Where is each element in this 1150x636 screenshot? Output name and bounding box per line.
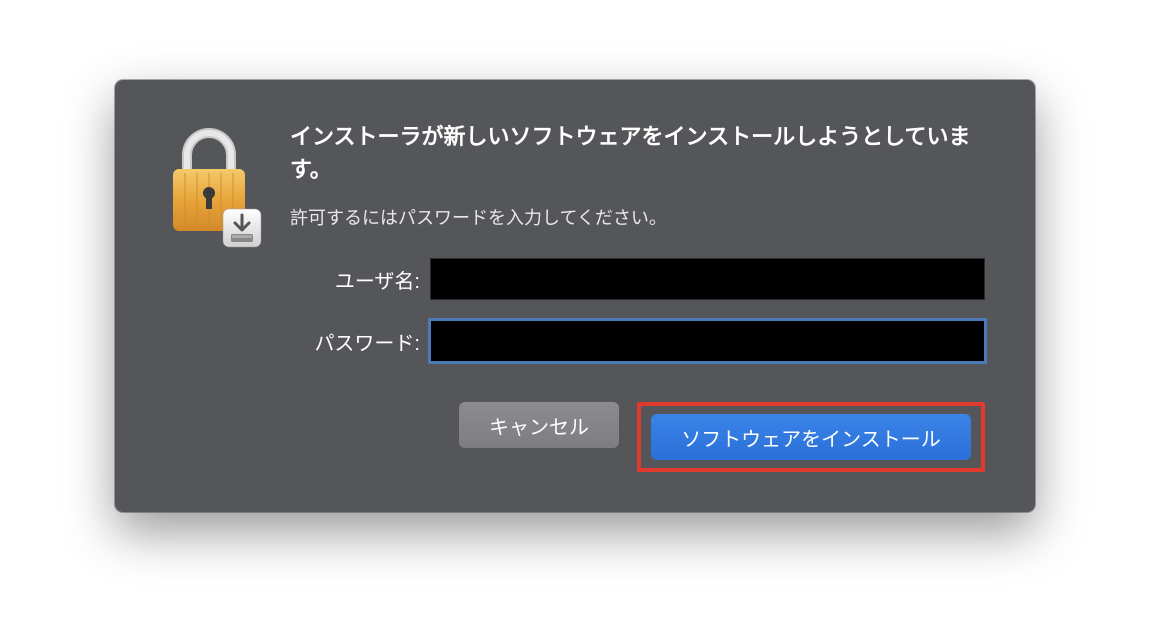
dialog-subtitle: 許可するにはパスワードを入力してください。: [290, 204, 985, 230]
username-input[interactable]: [430, 258, 985, 300]
install-button[interactable]: ソフトウェアをインストール: [651, 414, 971, 460]
password-row: パスワード:: [290, 320, 985, 362]
username-label: ユーザ名:: [290, 265, 430, 294]
cancel-button[interactable]: キャンセル: [459, 402, 619, 448]
dialog-button-row: キャンセル ソフトウェアをインストール: [290, 402, 985, 472]
username-row: ユーザ名:: [290, 258, 985, 300]
lock-installer-icon: [165, 125, 255, 245]
dialog-content: インストーラが新しいソフトウェアをインストールしようとしています。 許可するには…: [290, 120, 985, 472]
password-label: パスワード:: [290, 327, 430, 356]
install-button-highlight: ソフトウェアをインストール: [637, 402, 985, 472]
password-input[interactable]: [430, 320, 985, 362]
dialog-icon-column: [165, 120, 255, 472]
dialog-title: インストーラが新しいソフトウェアをインストールしようとしています。: [290, 120, 985, 186]
auth-dialog: インストーラが新しいソフトウェアをインストールしようとしています。 許可するには…: [115, 80, 1035, 512]
